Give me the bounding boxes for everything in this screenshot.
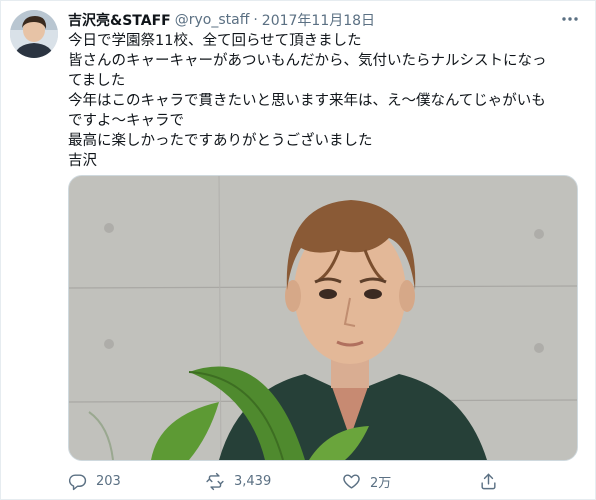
more-horizontal-icon [562,17,578,21]
like-count: 2万 [370,475,392,491]
tweet-text: 今日で学園祭11校、全て回らせて頂きました 皆さんのキャーキャーがあついもんだか… [68,31,580,171]
share-button[interactable] [479,472,519,491]
retweet-button[interactable]: 3,439 [205,472,342,491]
photo-image [69,176,577,460]
display-name[interactable]: 吉沢亮&STAFF [68,10,171,30]
tweet-text-line: ですよ〜キャラで [68,113,184,129]
heart-icon [343,473,360,489]
tweet[interactable]: 吉沢亮&STAFF @ryo_staff · 2017年11月18日 今日で学園… [0,0,596,500]
avatar[interactable] [10,10,58,58]
tweet-date[interactable]: 2017年11月18日 [262,10,375,30]
tweet-text-line: 皆さんのキャーキャーがあついもんだから、気付いたらナルシストになっ [68,53,547,69]
retweet-icon [206,472,224,490]
avatar-image [10,10,58,58]
user-handle[interactable]: @ryo_staff [175,12,250,28]
reply-button[interactable]: 203 [68,472,205,491]
tweet-actions: 203 3,439 2万 [68,468,580,494]
tweet-text-line: 最高に楽しかったですありがとうございました [68,133,373,149]
tweet-photo[interactable] [68,175,578,461]
more-options-button[interactable] [559,11,581,27]
like-button[interactable]: 2万 [342,472,479,491]
retweet-count: 3,439 [234,473,272,489]
tweet-text-line: てました [68,73,126,89]
reply-icon [68,473,87,490]
reply-count: 203 [96,473,121,489]
tweet-text-line: 今日で学園祭11校、全て回らせて頂きました [68,33,362,49]
tweet-text-line: 今年はこのキャラで貫きたいと思います来年は、え〜僕なんてじゃがいも [68,93,546,109]
tweet-header: 吉沢亮&STAFF @ryo_staff · 2017年11月18日 [68,10,375,30]
tweet-text-line: 吉沢 [68,153,97,169]
share-icon [481,473,496,489]
separator-dot: · [253,12,258,28]
